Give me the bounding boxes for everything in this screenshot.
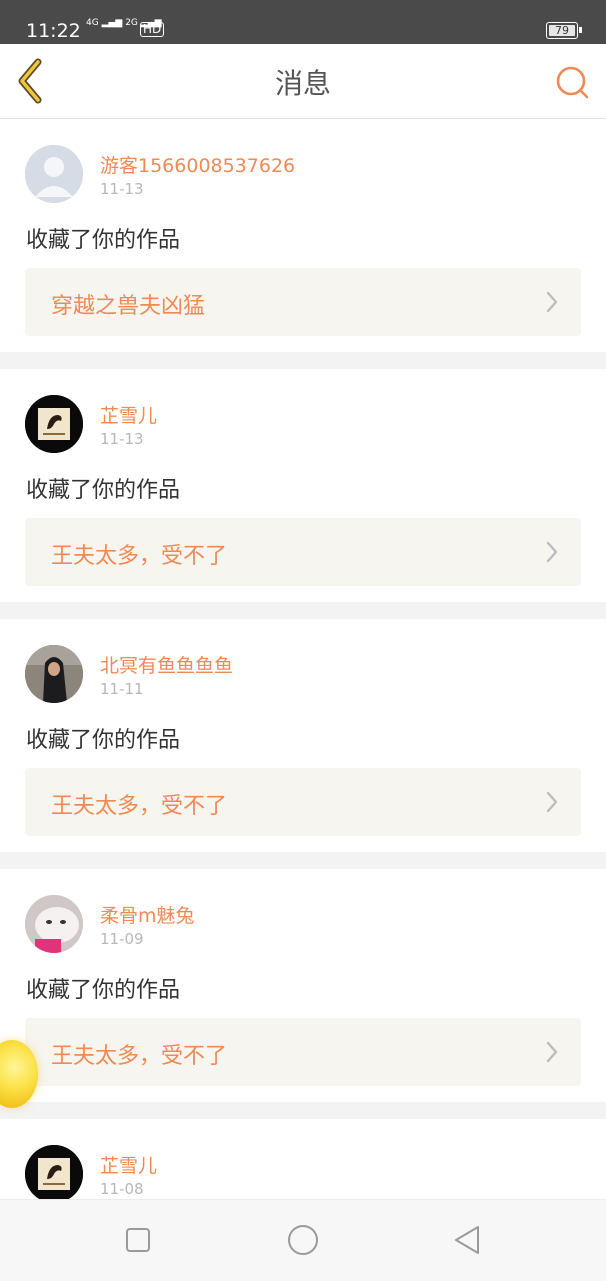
work-title: 王夫太多，受不了 [51, 794, 228, 819]
notification-action: 收藏了你的作品 [26, 728, 181, 753]
user-name[interactable]: 柔骨m魅兔 [100, 901, 195, 928]
user-name[interactable]: 游客1566008537626 [100, 151, 295, 178]
notification-action: 收藏了你的作品 [26, 228, 181, 253]
status-time: 11:22 [26, 20, 81, 42]
battery-level: 79 [549, 25, 575, 36]
home-icon[interactable] [285, 1222, 321, 1258]
status-bar: 11:22 4G ▂▄▆ 2G ▂▄▆ HD 79 [0, 0, 606, 44]
chevron-right-icon [546, 541, 558, 563]
battery-icon: 79 [546, 22, 582, 39]
chevron-right-icon [546, 791, 558, 813]
search-icon[interactable] [554, 64, 590, 100]
bird-logo-avatar-icon [25, 395, 83, 453]
work-link[interactable]: 王夫太多，受不了 [25, 768, 581, 836]
avatar[interactable] [25, 895, 83, 953]
avatar[interactable] [25, 145, 83, 203]
work-title: 王夫太多，受不了 [51, 1044, 228, 1069]
bird-logo-avatar-icon [25, 1145, 83, 1199]
user-name[interactable]: 芷雪儿 [100, 401, 157, 428]
work-link[interactable]: 王夫太多，受不了 [25, 518, 581, 586]
page-title: 消息 [274, 67, 331, 100]
back-nav-icon[interactable] [450, 1222, 486, 1258]
notification-date: 11-13 [100, 430, 144, 448]
notification-card: 柔骨m魅兔 11-09 收藏了你的作品 王夫太多，受不了 [0, 869, 606, 1102]
notification-date: 11-08 [100, 1180, 144, 1198]
cat-photo-avatar-icon [25, 895, 83, 953]
work-title: 穿越之兽夫凶猛 [51, 294, 206, 319]
system-nav-bar [0, 1199, 606, 1281]
notification-date: 11-09 [100, 930, 144, 948]
notification-card: 芷雪儿 11-08 [0, 1119, 606, 1199]
notification-action: 收藏了你的作品 [26, 978, 181, 1003]
user-name[interactable]: 北冥有鱼鱼鱼鱼 [100, 651, 233, 678]
notification-card: 游客1566008537626 11-13 收藏了你的作品 穿越之兽夫凶猛 [0, 119, 606, 352]
header-bar: 消息 [0, 44, 606, 119]
work-title: 王夫太多，受不了 [51, 544, 228, 569]
avatar[interactable] [25, 395, 83, 453]
notification-action: 收藏了你的作品 [26, 478, 181, 503]
avatar[interactable] [25, 1145, 83, 1199]
photo-avatar-icon [25, 645, 83, 703]
notification-card: 芷雪儿 11-13 收藏了你的作品 王夫太多，受不了 [0, 369, 606, 602]
notification-date: 11-13 [100, 180, 144, 198]
hd-badge: HD [140, 22, 165, 37]
avatar[interactable] [25, 645, 83, 703]
notification-date: 11-11 [100, 680, 144, 698]
work-link[interactable]: 穿越之兽夫凶猛 [25, 268, 581, 336]
work-link[interactable]: 王夫太多，受不了 [25, 1018, 581, 1086]
recent-apps-icon[interactable] [120, 1222, 156, 1258]
chevron-right-icon [546, 291, 558, 313]
chevron-right-icon [546, 1041, 558, 1063]
notification-card: 北冥有鱼鱼鱼鱼 11-11 收藏了你的作品 王夫太多，受不了 [0, 619, 606, 852]
user-name[interactable]: 芷雪儿 [100, 1151, 157, 1178]
default-avatar-icon [25, 145, 83, 203]
